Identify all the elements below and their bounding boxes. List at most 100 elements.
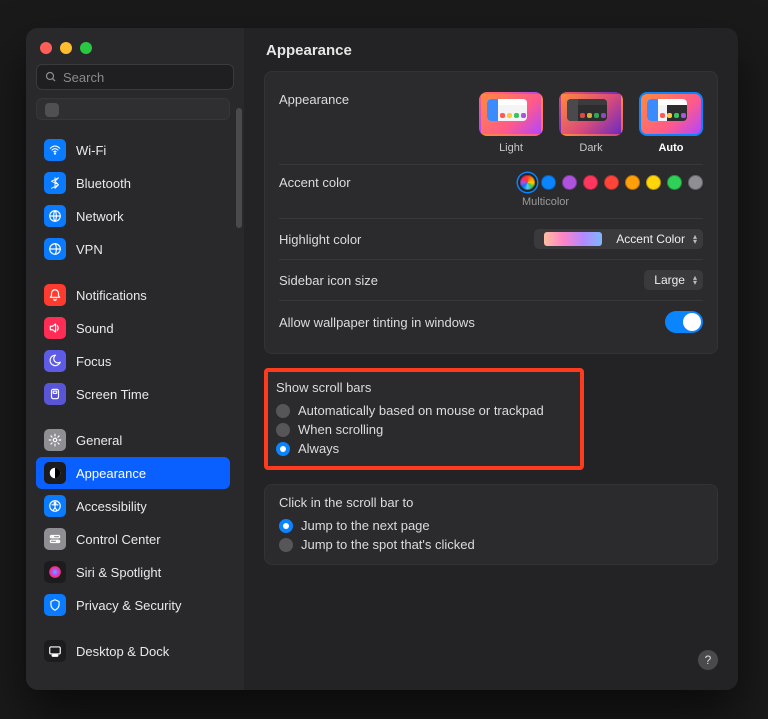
sidebar-item-controlcenter[interactable]: Control Center — [36, 523, 230, 555]
appearance-thumb-auto — [639, 92, 703, 136]
sidebar-item-appearance[interactable]: Appearance — [36, 457, 230, 489]
main-panel: Appearance Appearance Light Dark Auto Ac… — [244, 28, 738, 690]
window-controls — [26, 28, 244, 64]
sidebar-item-label: Focus — [76, 354, 111, 369]
controlcenter-icon — [44, 528, 66, 550]
notifications-icon — [44, 284, 66, 306]
general-icon — [44, 429, 66, 451]
sidebar-item-focus[interactable]: Focus — [36, 345, 230, 377]
radio-label: When scrolling — [298, 422, 383, 437]
sidebar-item-screentime[interactable]: Screen Time — [36, 378, 230, 410]
click-scroll-heading: Click in the scroll bar to — [279, 495, 703, 510]
sidebar-item-wifi[interactable]: Wi-Fi — [36, 134, 230, 166]
sidebar-item-accessibility[interactable]: Accessibility — [36, 490, 230, 522]
radio-option[interactable]: Automatically based on mouse or trackpad — [276, 401, 550, 420]
chevron-updown-icon: ▴▾ — [693, 275, 697, 285]
sidebar-item-general[interactable]: General — [36, 424, 230, 456]
radio-option[interactable]: Jump to the spot that's clicked — [279, 535, 703, 554]
radio-icon — [279, 538, 293, 552]
search-field[interactable] — [36, 64, 234, 90]
sidebar-icon-select[interactable]: Large ▴▾ — [644, 270, 703, 290]
appearance-thumb-dark — [559, 92, 623, 136]
sidebar-item-label: Control Center — [76, 532, 161, 547]
zoom-icon[interactable] — [80, 42, 92, 54]
bluetooth-icon — [44, 172, 66, 194]
sidebar-scrollbar-thumb[interactable] — [236, 108, 242, 228]
sidebar-item-desktopdock[interactable]: Desktop & Dock — [36, 635, 230, 667]
sidebar-item-label: Bluetooth — [76, 176, 131, 191]
sidebar-icon-label: Sidebar icon size — [279, 273, 378, 288]
close-icon[interactable] — [40, 42, 52, 54]
radio-option[interactable]: Always — [276, 439, 550, 458]
sidebar-item-sound[interactable]: Sound — [36, 312, 230, 344]
radio-label: Always — [298, 441, 339, 456]
highlight-swatch-icon — [544, 232, 602, 246]
radio-label: Automatically based on mouse or trackpad — [298, 403, 544, 418]
screentime-icon — [44, 383, 66, 405]
accent-selected-label: Multicolor — [522, 196, 569, 208]
sidebar-icon-value: Large — [654, 273, 685, 287]
appearance-option-label: Light — [499, 142, 523, 154]
page-title: Appearance — [264, 42, 718, 59]
radio-icon — [276, 404, 290, 418]
wallpaper-tint-label: Allow wallpaper tinting in windows — [279, 315, 475, 330]
radio-option[interactable]: When scrolling — [276, 420, 550, 439]
vpn-icon — [44, 238, 66, 260]
minimize-icon[interactable] — [60, 42, 72, 54]
accent-swatch[interactable] — [688, 175, 703, 190]
appearance-option-dark[interactable]: Dark — [559, 92, 623, 154]
help-button[interactable]: ? — [698, 650, 718, 670]
accent-swatch[interactable] — [520, 175, 535, 190]
sidebar-item-privacy[interactable]: Privacy & Security — [36, 589, 230, 621]
appearance-option-label: Auto — [658, 142, 683, 154]
accent-swatch[interactable] — [562, 175, 577, 190]
wallpaper-tint-toggle[interactable] — [665, 311, 703, 333]
sidebar-item-vpn[interactable]: VPN — [36, 233, 230, 265]
accent-swatch[interactable] — [604, 175, 619, 190]
accent-swatch[interactable] — [583, 175, 598, 190]
sidebar-item-label: Network — [76, 209, 124, 224]
nav: Wi-Fi Bluetooth Network VPN Notifications Sou… — [26, 98, 244, 690]
sidebar-item-siri[interactable]: Siri & Spotlight — [36, 556, 230, 588]
accent-swatch[interactable] — [667, 175, 682, 190]
appearance-option-auto[interactable]: Auto — [639, 92, 703, 154]
appearance-thumbs: Light Dark Auto — [479, 92, 703, 154]
scrollbars-group: Show scroll bars Automatically based on … — [276, 380, 550, 458]
appearance-icon — [44, 462, 66, 484]
accent-swatch[interactable] — [625, 175, 640, 190]
click-scrollbar-group: Click in the scroll bar to Jump to the n… — [264, 484, 718, 565]
sidebar-item-truncated[interactable] — [36, 98, 230, 120]
desktopdock-icon — [44, 640, 66, 662]
sidebar-item-label: Accessibility — [76, 499, 147, 514]
sidebar-item-bluetooth[interactable]: Bluetooth — [36, 167, 230, 199]
radio-icon — [276, 423, 290, 437]
highlight-value: Accent Color — [616, 232, 685, 246]
accessibility-icon — [44, 495, 66, 517]
highlight-select[interactable]: Accent Color ▴▾ — [534, 229, 703, 249]
search-input[interactable] — [63, 70, 225, 85]
chevron-updown-icon: ▴▾ — [693, 234, 697, 244]
sidebar-item-label: Desktop & Dock — [76, 644, 169, 659]
sidebar-item-label: Screen Time — [76, 387, 149, 402]
sidebar-item-network[interactable]: Network — [36, 200, 230, 232]
focus-icon — [44, 350, 66, 372]
accent-swatch[interactable] — [541, 175, 556, 190]
search-icon — [45, 71, 57, 83]
radio-option[interactable]: Jump to the next page — [279, 516, 703, 535]
privacy-icon — [44, 594, 66, 616]
sidebar-item-label: Notifications — [76, 288, 147, 303]
appearance-option-light[interactable]: Light — [479, 92, 543, 154]
radio-icon — [279, 519, 293, 533]
appearance-label: Appearance — [279, 92, 349, 107]
scrollbars-group-highlight: Show scroll bars Automatically based on … — [264, 368, 584, 470]
sidebar-scrollbar[interactable] — [236, 108, 242, 408]
sidebar-item-label: Privacy & Security — [76, 598, 181, 613]
highlight-label: Highlight color — [279, 232, 361, 247]
radio-icon — [276, 442, 290, 456]
radio-label: Jump to the next page — [301, 518, 430, 533]
sidebar-item-notifications[interactable]: Notifications — [36, 279, 230, 311]
sidebar-item-label: Siri & Spotlight — [76, 565, 161, 580]
accent-swatches — [520, 175, 703, 190]
accent-swatch[interactable] — [646, 175, 661, 190]
scrollbars-heading: Show scroll bars — [276, 380, 550, 395]
